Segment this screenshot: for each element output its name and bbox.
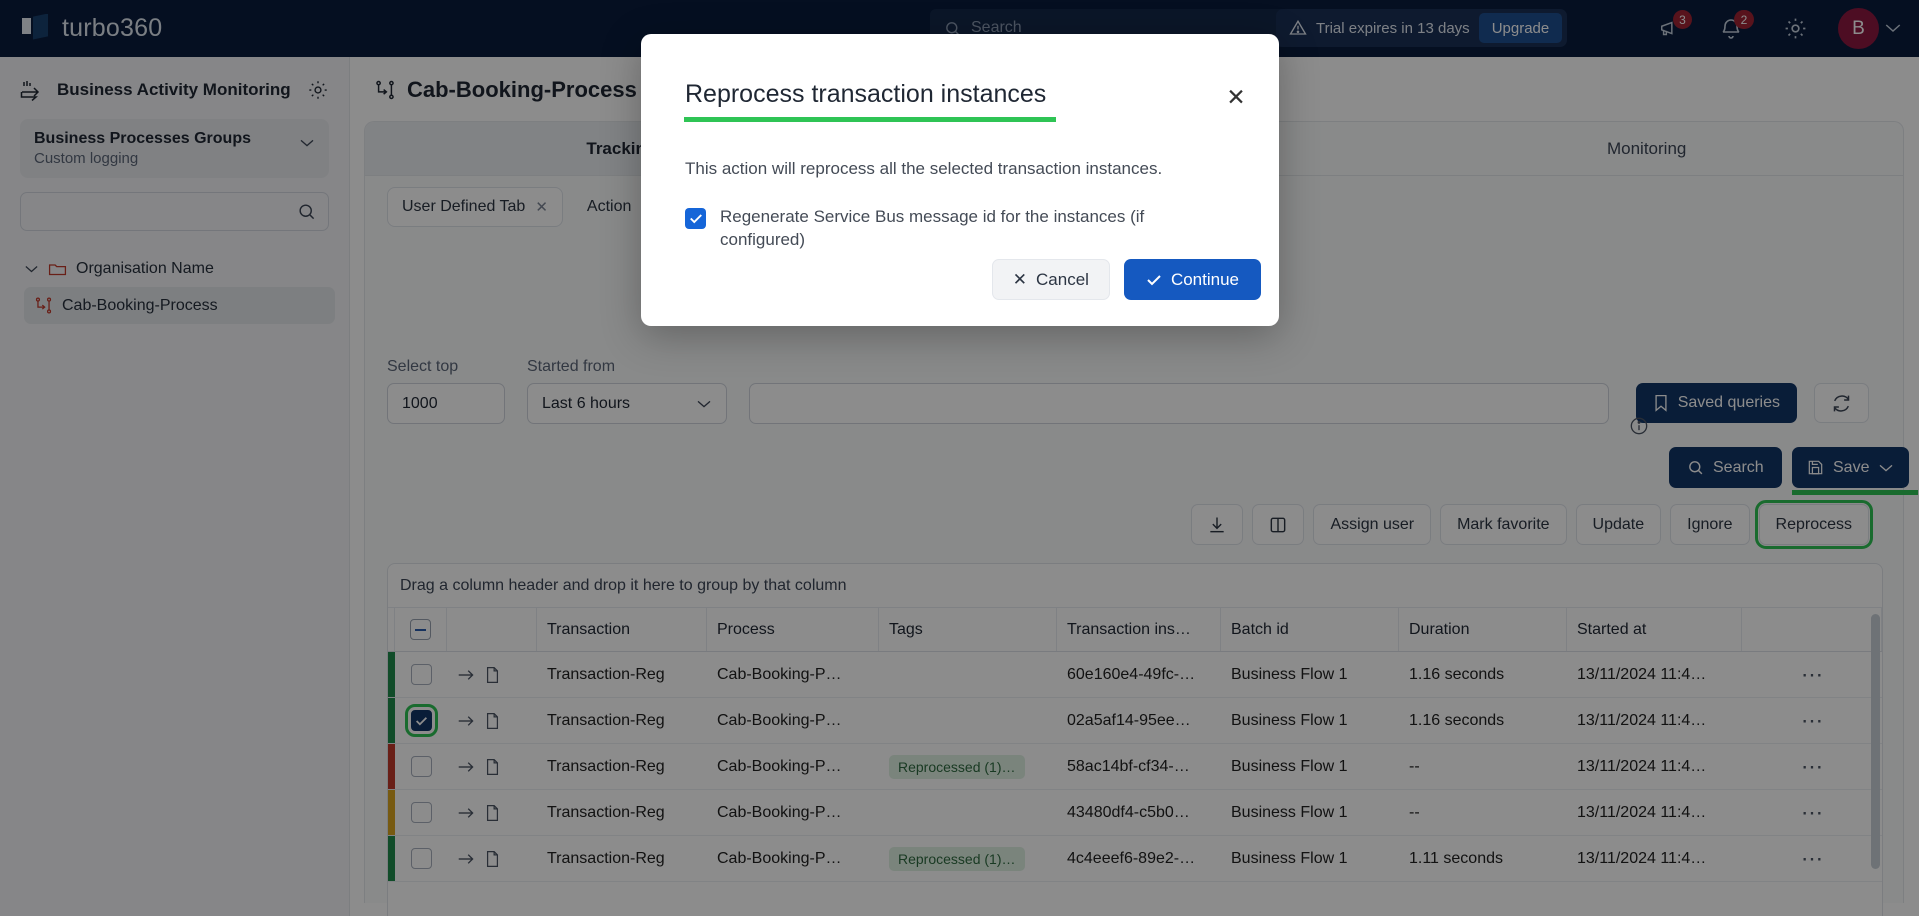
modal-action-row: ✕ Cancel Continue bbox=[991, 259, 1261, 300]
close-icon[interactable]: ✕ bbox=[1221, 82, 1251, 112]
continue-button[interactable]: Continue bbox=[1123, 259, 1261, 300]
reprocess-modal: Reprocess transaction instances ✕ This a… bbox=[641, 34, 1279, 326]
close-icon: ✕ bbox=[1012, 269, 1028, 289]
cancel-button[interactable]: ✕ Cancel bbox=[991, 259, 1110, 300]
regenerate-message-id-checkbox[interactable] bbox=[685, 208, 706, 229]
check-icon bbox=[1146, 274, 1162, 286]
cancel-label: Cancel bbox=[1036, 269, 1089, 289]
modal-title: Reprocess transaction instances bbox=[685, 80, 1047, 108]
modal-title-underline bbox=[684, 117, 1056, 122]
modal-description: This action will reprocess all the selec… bbox=[685, 159, 1163, 178]
regenerate-message-id-row[interactable]: Regenerate Service Bus message id for th… bbox=[685, 206, 1225, 252]
regenerate-message-id-label: Regenerate Service Bus message id for th… bbox=[720, 207, 1145, 249]
continue-label: Continue bbox=[1170, 269, 1239, 289]
